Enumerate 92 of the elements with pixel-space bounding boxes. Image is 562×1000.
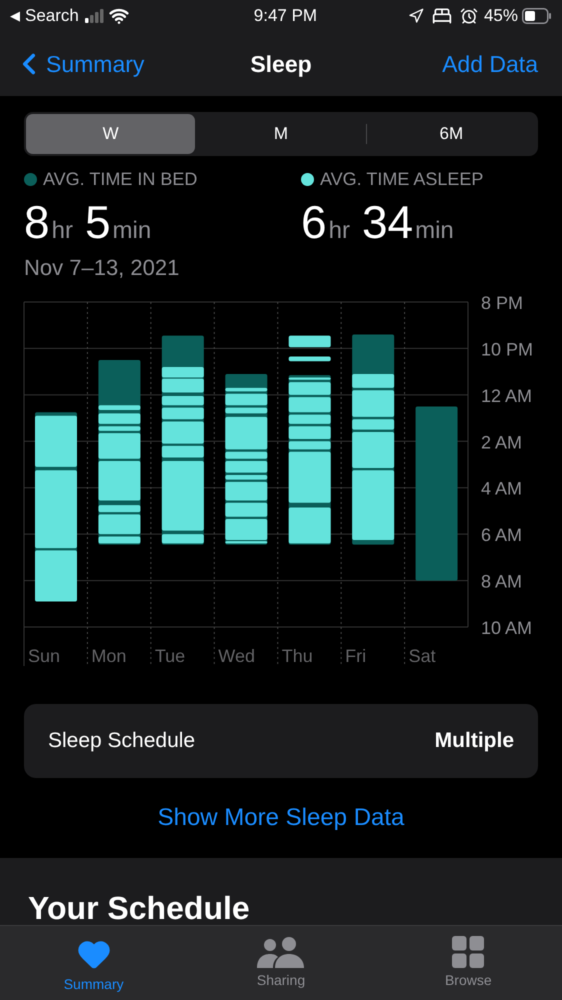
bed-icon	[432, 6, 452, 26]
location-icon	[408, 8, 424, 24]
asleep-bar	[225, 461, 268, 473]
back-to-app-link[interactable]: Search	[25, 3, 79, 29]
back-glyph[interactable]: ◀	[10, 6, 20, 26]
asleep-bar	[162, 396, 204, 406]
x-axis-label: Sun	[28, 646, 60, 666]
asleep-bar	[352, 419, 394, 430]
x-axis-label: Sat	[408, 646, 436, 666]
asleep-bar	[98, 405, 140, 410]
asleep-bar	[35, 416, 77, 467]
stat-unit: min	[112, 216, 152, 246]
schedule-card[interactable]: Sleep Schedule Multiple	[24, 704, 538, 778]
x-axis-label: Fri	[345, 646, 366, 666]
asleep-bar	[352, 432, 394, 468]
asleep-bar	[225, 394, 268, 406]
segment-tab[interactable]: M	[196, 114, 366, 154]
y-axis-label: 4 AM	[481, 478, 522, 499]
signal-icon	[84, 9, 105, 23]
schedule-label: Sleep Schedule	[48, 728, 196, 754]
asleep-bar	[162, 446, 204, 458]
asleep-bar	[288, 452, 331, 503]
y-axis-label: 10 PM	[481, 339, 534, 360]
grid-icon	[452, 936, 484, 968]
asleep-bar	[225, 416, 268, 450]
asleep-bar	[98, 514, 140, 534]
asleep-bar	[352, 470, 394, 540]
asleep-bar	[288, 426, 331, 439]
tab-bar-item[interactable]: Summary	[0, 926, 188, 1000]
asleep-bar	[288, 507, 331, 544]
asleep-bar	[225, 502, 268, 517]
wifi-icon	[108, 6, 129, 26]
tab-bar-item[interactable]: Sharing	[187, 926, 375, 1000]
asleep-bar	[162, 534, 204, 544]
stat-minutes: 5	[84, 195, 111, 249]
asleep-bar	[225, 482, 268, 500]
asleep-bar	[225, 452, 268, 459]
asleep-bar	[225, 408, 268, 414]
asleep-bar	[162, 408, 204, 420]
x-axis-label: Thu	[282, 646, 313, 666]
stat-hours: 6	[301, 195, 327, 249]
section-heading: Your Schedule	[28, 889, 251, 928]
asleep-bar	[288, 336, 331, 348]
x-axis-label: Tue	[154, 646, 186, 666]
asleep-bar	[288, 397, 331, 412]
stat-minutes: 34	[362, 195, 414, 249]
asleep-bar	[288, 377, 331, 380]
segment-tab[interactable]: 6M	[366, 114, 536, 154]
asleep-bar	[162, 367, 204, 378]
add-data-button[interactable]: Add Data	[442, 46, 538, 82]
x-axis-label: Mon	[91, 646, 126, 666]
asleep-bar	[162, 422, 204, 444]
battery-percent: 45%	[484, 5, 518, 28]
asleep-bar	[35, 550, 77, 602]
alarm-icon	[460, 7, 478, 25]
stat-label: AVG. TIME ASLEEP	[320, 168, 484, 191]
clock-time: 9:47 PM	[252, 5, 318, 28]
segment-tab[interactable]: W	[26, 114, 196, 154]
battery-icon	[522, 8, 552, 24]
x-axis-label: Wed	[218, 646, 255, 666]
asleep-bar	[98, 413, 140, 424]
stat-unit: hr	[52, 216, 73, 246]
show-more-link[interactable]: Show More Sleep Data	[158, 800, 404, 836]
asleep-bar	[225, 474, 268, 480]
people-icon	[256, 936, 305, 968]
asleep-bar	[288, 356, 331, 362]
page-title: Sleep	[250, 50, 312, 79]
y-axis-label: 6 AM	[481, 525, 522, 546]
asleep-bar	[288, 414, 331, 424]
y-axis-label: 8 AM	[481, 572, 522, 592]
asleep-bar	[225, 388, 268, 392]
asleep-bar	[98, 426, 140, 431]
stat-label: AVG. TIME IN BED	[43, 168, 198, 191]
y-axis-label: 2 AM	[481, 432, 522, 452]
stat-unit: min	[415, 216, 454, 246]
asleep-bar	[162, 378, 204, 393]
asleep-bar	[98, 433, 140, 459]
back-button[interactable]: Summary	[12, 46, 144, 82]
asleep-bar	[98, 461, 140, 500]
asleep-bar	[352, 374, 394, 388]
y-axis-label: 10 AM	[481, 618, 532, 638]
asleep-bar	[288, 382, 331, 395]
stat-unit: hr	[328, 216, 350, 246]
date-range: Nov 7–13, 2021	[24, 254, 180, 282]
asleep-bar	[98, 505, 140, 512]
stat-hours: 8	[24, 195, 50, 249]
asleep-bar	[352, 390, 394, 417]
schedule-value: Multiple	[434, 728, 514, 754]
tab-bar-item[interactable]: Browse	[374, 926, 562, 1000]
y-axis-label: 12 AM	[481, 386, 532, 406]
asleep-bar	[162, 461, 204, 531]
y-axis-label: 8 PM	[481, 294, 524, 313]
